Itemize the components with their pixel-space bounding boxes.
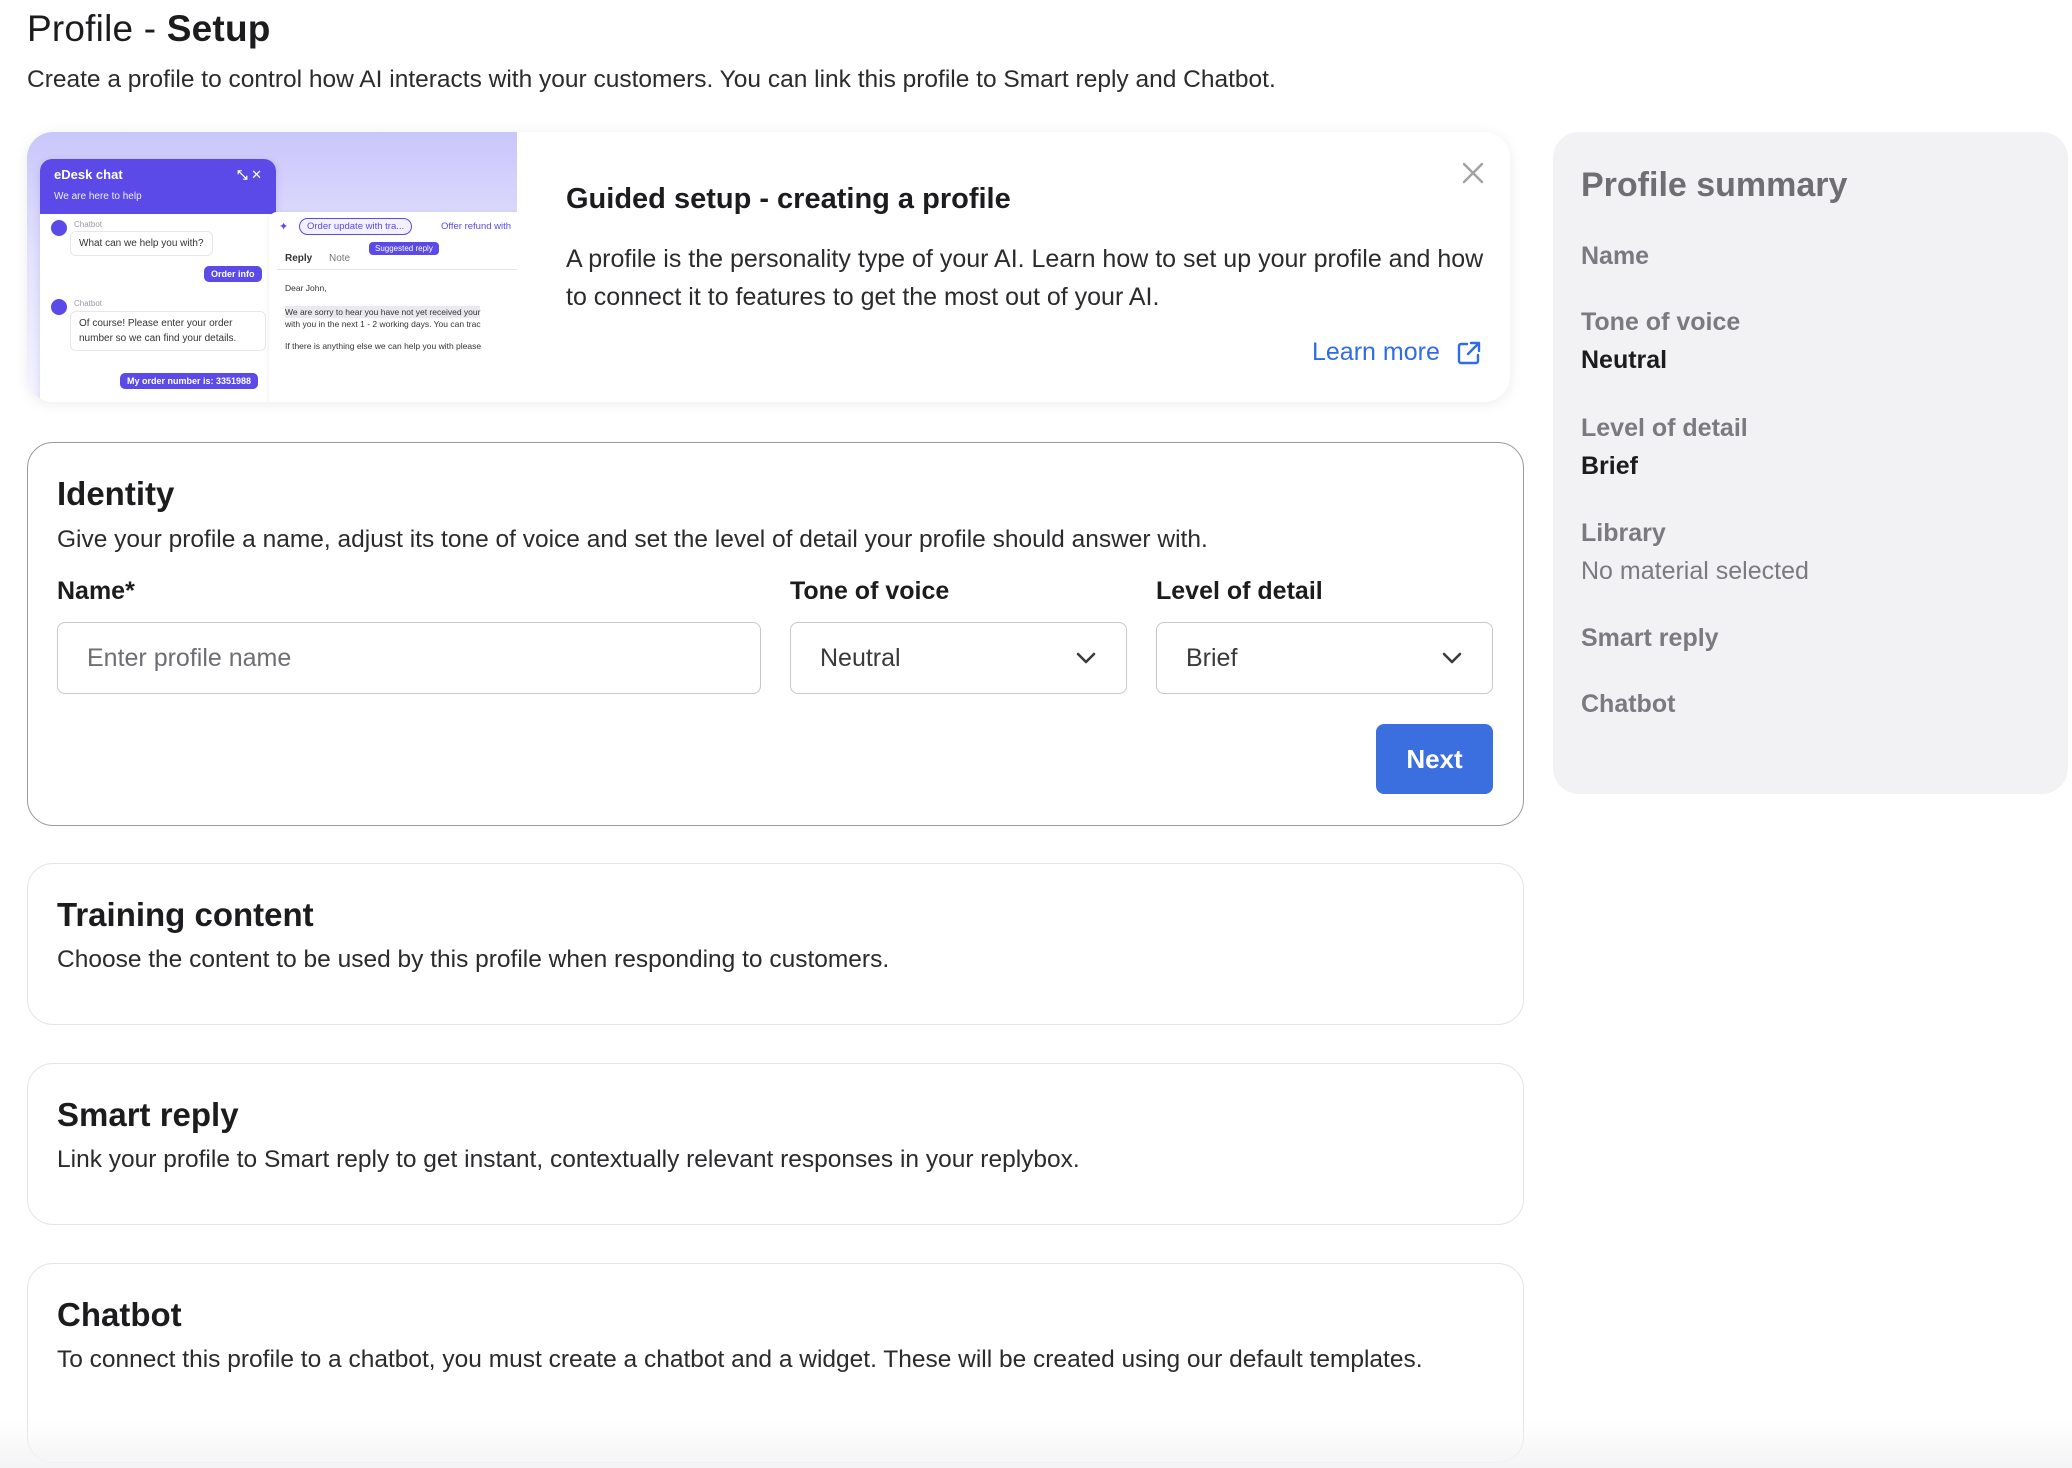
smart-reply-title: Smart reply [57, 1096, 239, 1133]
illustration-reply-box: ✦ Order update with tra... Offer refund … [269, 212, 517, 402]
smart-reply-description: Link your profile to Smart reply to get … [57, 1146, 1080, 1173]
summary-detail-label: Level of detail [1581, 414, 1748, 442]
identity-description: Give your profile a name, adjust its ton… [57, 526, 1208, 553]
bottom-scroll-fade [0, 1420, 2072, 1468]
name-label-text: Name [57, 577, 126, 605]
summary-chatbot-label: Chatbot [1581, 690, 1676, 718]
tone-of-voice-select[interactable]: Neutral [790, 622, 1127, 694]
summary-name-label: Name [1581, 242, 1650, 270]
page-subtitle: Create a profile to control how AI inter… [27, 66, 1276, 93]
close-icon[interactable] [1460, 160, 1486, 186]
detail-field-label: Level of detail [1156, 577, 1323, 605]
illustration-chat-header: eDesk chat ⤡ ✕ We are here to help [40, 159, 276, 214]
bot-avatar-icon [51, 220, 67, 236]
illustration-bot-message: Of course! Please enter your order number… [70, 311, 266, 351]
chatbot-title: Chatbot [57, 1296, 182, 1333]
training-content-description: Choose the content to be used by this pr… [57, 946, 890, 973]
illustration-text-line: number so we can find your details. [79, 333, 237, 344]
profile-summary-title: Profile summary [1581, 166, 1848, 204]
illustration-bot-message: What can we help you with? [70, 231, 213, 256]
summary-library-value: No material selected [1581, 557, 1809, 585]
level-of-detail-value: Brief [1186, 643, 1238, 672]
summary-tone-label: Tone of voice [1581, 308, 1741, 336]
illustration-text-line: If there is anything else we can help yo… [285, 341, 482, 351]
summary-library-label: Library [1581, 519, 1666, 547]
learn-more-link[interactable]: Learn more [1312, 338, 1482, 367]
illustration-tab-reply: Reply [285, 253, 313, 264]
chevron-down-icon [1076, 652, 1096, 664]
required-marker: * [125, 577, 135, 605]
bot-avatar-icon [51, 299, 67, 315]
summary-smart-reply-label: Smart reply [1581, 624, 1719, 652]
illustration-tab-note: Note [329, 253, 351, 264]
illustration-bot-label: Chatbot [74, 299, 103, 308]
chevron-down-icon [1442, 652, 1462, 664]
illustration-chat-title: eDesk chat [54, 167, 123, 182]
illustration-chat-subtitle: We are here to help [54, 191, 142, 202]
illustration-chip: Order update with tra... [299, 218, 413, 235]
chatbot-description: To connect this profile to a chatbot, yo… [57, 1346, 1423, 1373]
illustration-text-line: Of course! Please enter your order [79, 318, 233, 329]
training-content-title: Training content [57, 896, 314, 933]
level-of-detail-select[interactable]: Brief [1156, 622, 1493, 694]
tone-of-voice-value: Neutral [820, 643, 901, 672]
sparkle-icon: ✦ [279, 221, 289, 233]
illustration-bot-label: Chatbot [74, 220, 103, 229]
illustration-text-line: We are sorry to hear you have not yet re… [285, 306, 481, 318]
name-field-label: Name* [57, 577, 135, 606]
guided-setup-text: A profile is the personality type of you… [566, 245, 1484, 311]
external-link-icon [1457, 341, 1481, 364]
profile-name-input[interactable] [57, 622, 761, 694]
illustration-user-message: My order number is: 3351988 [120, 373, 259, 389]
identity-title: Identity [57, 475, 175, 512]
next-button[interactable]: Next [1376, 724, 1493, 794]
expand-close-icon: ⤡ ✕ [237, 167, 262, 182]
illustration-user-message: Order info [204, 266, 262, 282]
summary-detail-value: Brief [1581, 452, 1638, 480]
illustration-chat-window: eDesk chat ⤡ ✕ We are here to help Chatbo… [40, 159, 276, 402]
learn-more-label: Learn more [1312, 338, 1440, 366]
page-title-bold: Setup [166, 8, 271, 49]
summary-tone-value: Neutral [1581, 346, 1668, 374]
illustration-chip: Offer refund with [441, 221, 512, 232]
illustration-text-line: Dear John, [285, 283, 327, 293]
illustration-suggested-tag: Suggested reply [369, 242, 439, 255]
profile-summary-panel: Profile summary Name Tone of voice Neutr… [1553, 132, 2068, 794]
illustration-text-line: with you in the next 1 - 2 working days.… [285, 319, 481, 329]
page-title: Profile - Setup [27, 8, 271, 50]
guided-setup-title: Guided setup - creating a profile [566, 183, 1011, 215]
guided-setup-illustration: eDesk chat ⤡ ✕ We are here to help Chatbo… [27, 132, 517, 402]
illustration-divider [277, 269, 517, 270]
page-title-prefix: Profile - [27, 8, 167, 49]
tone-field-label: Tone of voice [790, 577, 950, 605]
